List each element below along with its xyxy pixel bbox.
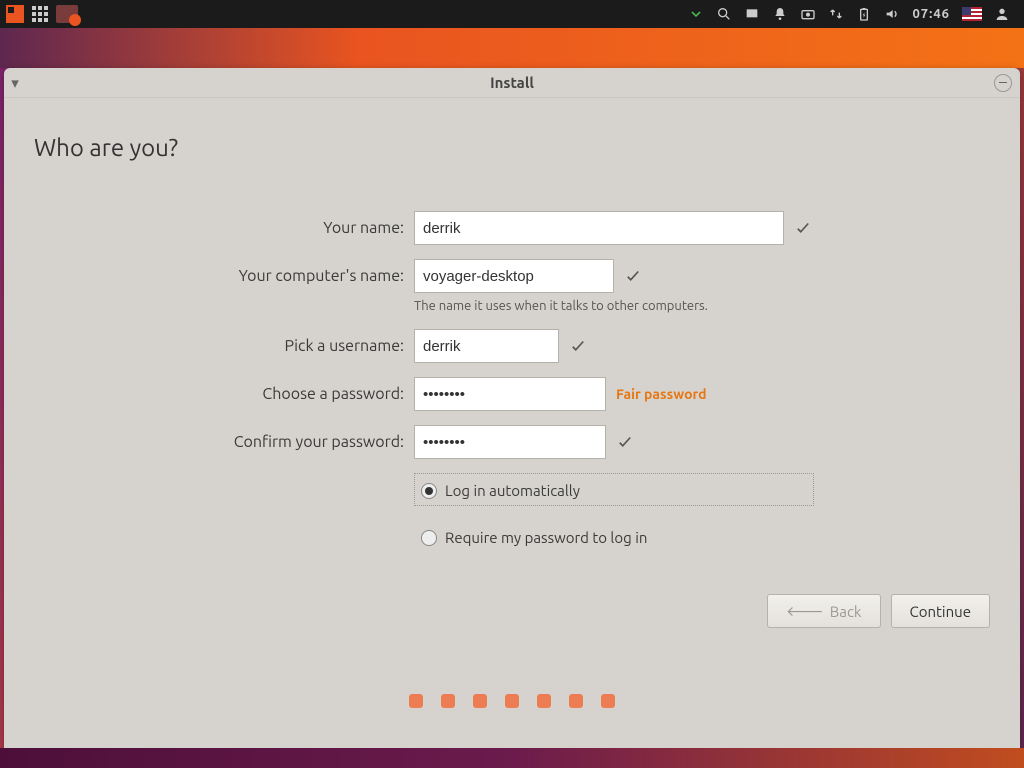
workspace-icon[interactable] (744, 6, 760, 22)
login-option-require-password[interactable]: Require my password to log in (414, 520, 814, 553)
clock[interactable]: 07:46 (912, 7, 950, 21)
continue-button-label: Continue (910, 603, 971, 620)
desktop-background-strip (0, 28, 1024, 68)
network-icon[interactable] (828, 6, 844, 22)
installer-window: ▾ Install Who are you? Your name: Your c… (4, 68, 1020, 748)
check-icon (794, 219, 812, 237)
search-icon[interactable] (716, 6, 732, 22)
check-icon (616, 433, 634, 451)
continue-button[interactable]: Continue (891, 594, 990, 628)
slideshow-progress (4, 694, 1020, 708)
password-input[interactable] (414, 377, 606, 411)
camera-icon[interactable] (800, 6, 816, 22)
window-minimize-button[interactable] (994, 74, 1012, 92)
hostname-input[interactable] (414, 259, 614, 293)
confirm-password-input[interactable] (414, 425, 606, 459)
hostname-hint: The name it uses when it talks to other … (414, 299, 990, 313)
window-titlebar[interactable]: ▾ Install (4, 68, 1020, 98)
login-require-label: Require my password to log in (445, 529, 647, 546)
check-icon (624, 267, 642, 285)
volume-icon[interactable] (884, 6, 900, 22)
apps-menu-icon[interactable] (32, 6, 48, 22)
login-option-auto[interactable]: Log in automatically (414, 473, 814, 506)
page-heading: Who are you? (34, 134, 990, 161)
desktop-background-bottom (0, 748, 1024, 768)
hostname-label: Your computer's name: (34, 267, 414, 285)
name-label: Your name: (34, 219, 414, 237)
window-title: Install (4, 74, 1020, 91)
back-button[interactable]: 🡐 Back (767, 594, 880, 628)
chevron-down-icon[interactable] (688, 6, 704, 22)
user-icon[interactable] (994, 6, 1010, 22)
tray-app-icon[interactable] (56, 5, 78, 23)
radio-icon[interactable] (421, 530, 437, 546)
window-menu-button[interactable]: ▾ (4, 74, 26, 92)
radio-icon[interactable] (421, 483, 437, 499)
password-label: Choose a password: (34, 385, 414, 403)
back-button-label: Back (830, 603, 862, 620)
username-label: Pick a username: (34, 337, 414, 355)
arrow-left-icon: 🡐 (786, 603, 824, 620)
distro-logo-icon[interactable] (6, 5, 24, 23)
battery-icon[interactable] (856, 6, 872, 22)
login-auto-label: Log in automatically (445, 482, 580, 499)
password-strength: Fair password (616, 386, 707, 402)
username-input[interactable] (414, 329, 559, 363)
user-form: Your name: Your computer's name: The nam… (34, 211, 990, 553)
top-panel: 07:46 (0, 0, 1024, 28)
notifications-icon[interactable] (772, 6, 788, 22)
check-icon (569, 337, 587, 355)
name-input[interactable] (414, 211, 784, 245)
confirm-password-label: Confirm your password: (34, 433, 414, 451)
keyboard-layout-flag-icon[interactable] (962, 7, 982, 21)
